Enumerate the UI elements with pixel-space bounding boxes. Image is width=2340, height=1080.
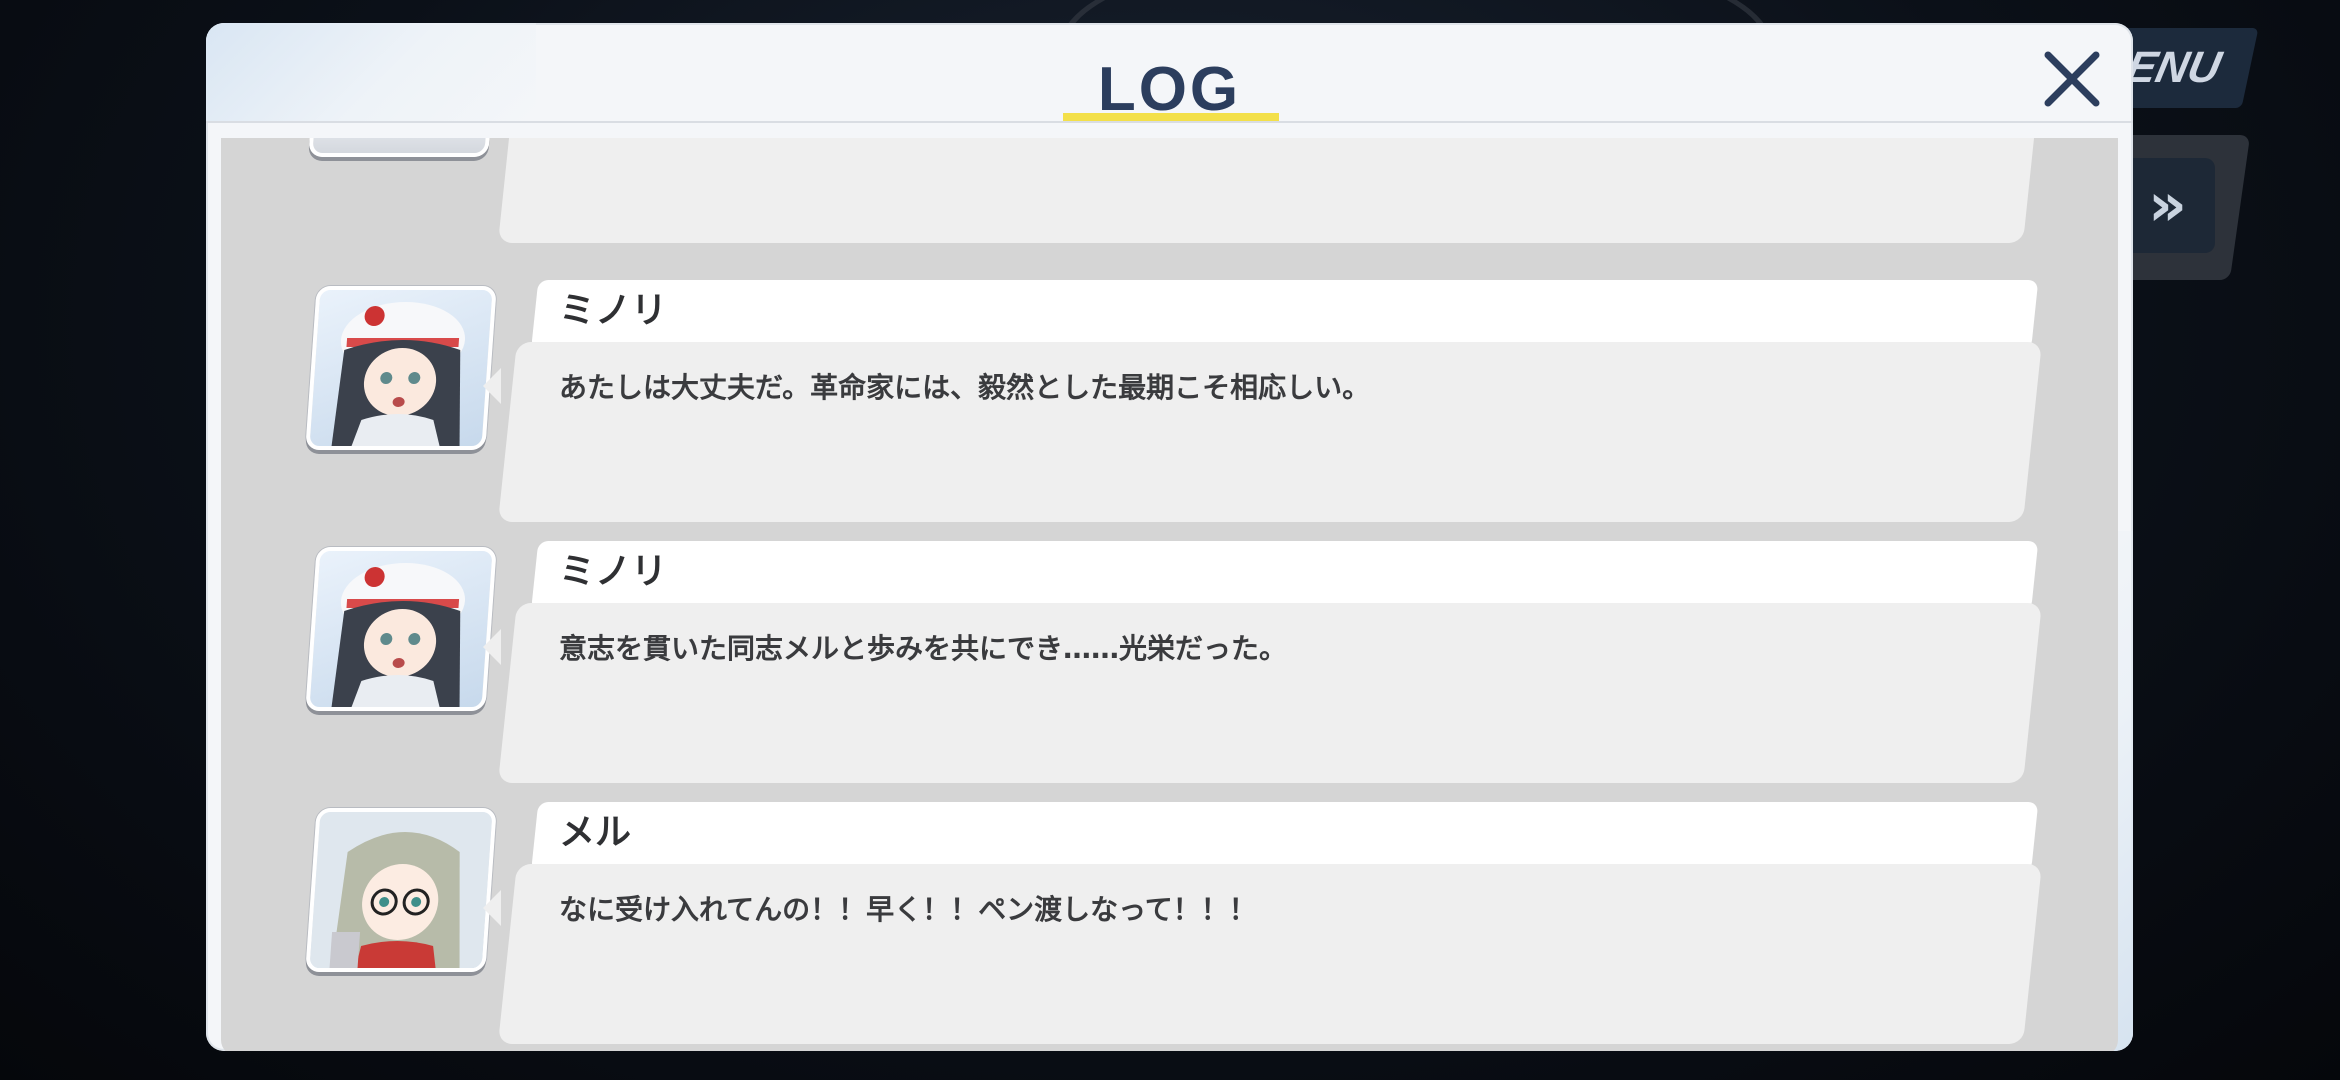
log-entry: ミノリ 意志を貫いた同志メルと歩みを共にでき……光栄だった。 xyxy=(221,541,2118,807)
speaker-name-box xyxy=(531,541,2039,611)
minori-avatar xyxy=(305,286,497,450)
minori-avatar xyxy=(305,547,497,711)
log-header: LOG xyxy=(206,23,2133,124)
close-icon[interactable] xyxy=(2032,39,2112,119)
speaker-name: メル xyxy=(559,812,632,853)
header-divider xyxy=(206,121,2133,123)
log-entry: メル なに受け入れてんの！！早く！！ペン渡しなって！！！ xyxy=(221,802,2118,1051)
menu-label: ENU xyxy=(2121,43,2226,92)
log-panel: LOG ミノリ あたしは大丈夫だ。革命家には、毅然とした最期こそ相応しい。 ミノ… xyxy=(206,23,2133,1051)
message-box xyxy=(498,138,2038,243)
double-chevron-right-icon[interactable]: » xyxy=(2120,158,2215,253)
message-text: 意志を貫いた同志メルと歩みを共にでき……光栄だった。 xyxy=(559,632,1288,665)
message-pointer xyxy=(483,368,501,404)
log-entry: ミノリ あたしは大丈夫だ。革命家には、毅然とした最期こそ相応しい。 xyxy=(221,280,2118,546)
speaker-name: ミノリ xyxy=(559,551,668,592)
message-pointer xyxy=(483,629,501,665)
log-list[interactable]: ミノリ あたしは大丈夫だ。革命家には、毅然とした最期こそ相応しい。 ミノリ 意志… xyxy=(221,138,2118,1051)
avatar xyxy=(308,138,494,157)
speaker-name: ミノリ xyxy=(559,290,668,331)
message-pointer xyxy=(483,890,501,926)
meru-avatar xyxy=(305,808,497,972)
speaker-name-box xyxy=(531,802,2039,872)
speaker-name-box xyxy=(531,280,2039,350)
message-text: あたしは大丈夫だ。革命家には、毅然とした最期こそ相応しい。 xyxy=(559,371,1371,404)
message-text: なに受け入れてんの！！早く！！ペン渡しなって！！！ xyxy=(559,893,1257,926)
